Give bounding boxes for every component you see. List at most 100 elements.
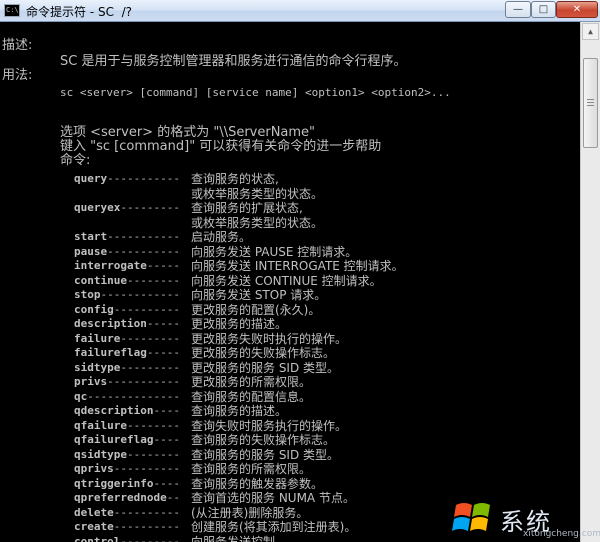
command-description: 启动服务。 — [191, 230, 252, 244]
command-name: query — [74, 172, 108, 185]
command-name: config — [74, 302, 114, 316]
minimize-button[interactable]: — — [505, 1, 531, 18]
command-name: interrogate — [74, 259, 147, 272]
command-description: 查询服务的状态, — [191, 172, 279, 186]
command-row: failure--------- — [74, 332, 180, 346]
vertical-scrollbar[interactable]: ▲ — [580, 22, 600, 542]
scroll-thumb[interactable] — [583, 58, 598, 148]
command-dashes: ------------ — [100, 288, 180, 301]
command-description: 查询服务的所需权限。 — [191, 462, 312, 476]
scroll-up-arrow-icon[interactable]: ▲ — [582, 23, 599, 40]
command-name: failureflag — [74, 346, 147, 359]
command-row: pause----------- — [74, 245, 180, 259]
command-row: sidtype--------- — [74, 361, 180, 375]
command-dashes: -------- — [126, 273, 180, 287]
command-row: continue-------- — [74, 274, 180, 288]
command-row: qdescription---- — [74, 404, 180, 418]
command-name: qsidtype — [74, 447, 127, 461]
command-description: 更改服务失败时执行的操作。 — [191, 331, 348, 346]
command-dashes: ----------- — [107, 244, 180, 258]
command-name: qdescription — [74, 404, 154, 417]
cmd-icon[interactable]: C:\ — [4, 4, 20, 17]
command-description: 更改服务的失败操作标志。 — [191, 346, 336, 360]
command-row: start----------- — [74, 230, 180, 244]
command-name: control — [74, 534, 121, 542]
window-title: 命令提示符 - SC /? — [26, 5, 132, 19]
command-row: qtriggerinfo---- — [74, 477, 180, 491]
command-dashes: ---- — [153, 404, 180, 417]
command-description: 查询失败时服务执行的操作。 — [191, 418, 348, 433]
command-description: 更改服务的描述。 — [191, 317, 288, 331]
command-row: interrogate----- — [74, 259, 180, 273]
command-name: qprivs — [74, 462, 114, 475]
option-line: 选项 <server> 的格式为 "\\ServerName" — [60, 125, 316, 140]
command-row: qc-------------- — [74, 390, 180, 404]
command-description: 向服务发送 INTERROGATE 控制请求。 — [191, 259, 404, 273]
close-button[interactable]: ✕ — [556, 1, 598, 18]
command-dashes: --------- — [120, 534, 180, 542]
command-name: failure — [74, 331, 121, 345]
command-description-cont: 或枚举服务类型的状态。 — [191, 186, 324, 201]
command-row: delete---------- — [74, 506, 180, 520]
command-row: queryex--------- — [74, 201, 180, 215]
command-dashes: ----------- — [107, 172, 180, 185]
command-description: 向服务发送 CONTINUE 控制请求。 — [191, 273, 382, 288]
command-dashes: ----------- — [107, 375, 180, 388]
command-name: qfailure — [74, 418, 127, 432]
describe-label: 描述: — [2, 38, 33, 53]
command-description: 查询服务的描述。 — [191, 404, 288, 418]
command-description: 向服务发送 STOP 请求。 — [191, 288, 327, 302]
command-dashes: ---------- — [113, 505, 180, 519]
command-description: 查询服务的失败操作标志。 — [191, 433, 336, 447]
command-row: qfailure-------- — [74, 419, 180, 433]
command-name: qpreferrednode — [74, 491, 167, 504]
command-row: query----------- — [74, 172, 180, 186]
usage-text: sc <server> [command] [service name] <op… — [60, 86, 451, 99]
command-dashes: ----- — [146, 317, 180, 330]
command-dashes: ----------- — [107, 230, 180, 243]
command-row: control--------- — [74, 535, 180, 542]
command-dashes: ----- — [146, 346, 180, 359]
command-dashes: --------- — [120, 331, 180, 345]
command-name: qtriggerinfo — [74, 476, 154, 490]
command-dashes: ---------- — [113, 462, 180, 475]
command-description: 查询服务的服务 SID 类型。 — [191, 447, 340, 462]
command-name: create — [74, 520, 114, 533]
command-name: qfailureflag — [74, 433, 154, 446]
command-row: config---------- — [74, 303, 180, 317]
command-dashes: ---------- — [113, 302, 180, 316]
command-dashes: ---------- — [113, 520, 180, 533]
command-description: 向服务发送 PAUSE 控制请求。 — [191, 244, 358, 259]
command-dashes: ----- — [146, 259, 180, 272]
command-name: privs — [74, 375, 108, 388]
command-name: qc — [74, 389, 88, 403]
command-row: stop------------ — [74, 288, 180, 302]
help-line: 键入 "sc [command]" 可以获得有关命令的进一步帮助 — [60, 139, 382, 154]
command-description: 更改服务的所需权限。 — [191, 375, 312, 389]
command-row: qsidtype-------- — [74, 448, 180, 462]
command-name: queryex — [74, 201, 121, 214]
maximize-button[interactable]: □ — [531, 1, 556, 18]
command-name: sidtype — [74, 360, 121, 374]
command-row: qfailureflag---- — [74, 433, 180, 447]
command-name: start — [74, 230, 108, 243]
watermark-url: xitongcheng.com — [523, 529, 600, 539]
command-name: pause — [74, 244, 108, 258]
command-description: 查询首选的服务 NUMA 节点。 — [191, 491, 355, 505]
command-name: description — [74, 317, 147, 330]
command-name: continue — [74, 273, 127, 287]
command-dashes: -------- — [126, 418, 180, 432]
command-dashes: ---- — [153, 476, 180, 490]
site-watermark: 系统 xitongcheng.com — [448, 492, 600, 542]
command-description: 查询服务的触发器参数。 — [191, 476, 324, 491]
usage-label: 用法: — [2, 68, 33, 83]
command-dashes: ---- — [153, 433, 180, 446]
command-name: stop — [74, 288, 101, 301]
command-dashes: -- — [166, 491, 180, 504]
command-row: privs----------- — [74, 375, 180, 389]
thumb-grip — [587, 105, 594, 106]
command-description: 查询服务的扩展状态, — [191, 201, 303, 215]
command-dashes: -------------- — [87, 389, 180, 403]
title-bar[interactable]: C:\ 命令提示符 - SC /? — □ ✕ — [0, 0, 600, 22]
console-output[interactable]: 描述: SC 是用于与服务控制管理器和服务进行通信的命令行程序。 用法: sc … — [0, 22, 580, 542]
